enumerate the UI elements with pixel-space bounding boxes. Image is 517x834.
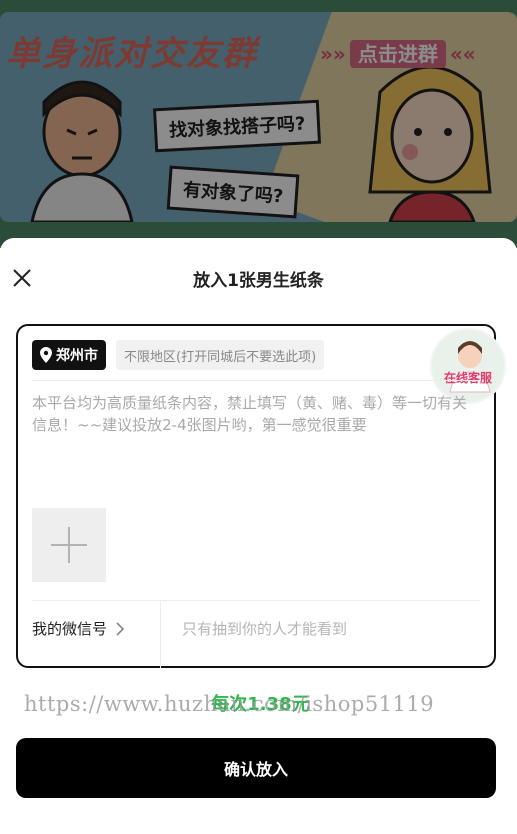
add-photo-button[interactable]	[32, 508, 106, 582]
location-pin-icon	[40, 347, 52, 363]
location-label: 郑州市	[56, 348, 98, 364]
confirm-button[interactable]: 确认放入	[16, 738, 496, 798]
unlimited-area-option[interactable]: 不限地区(打开同城后不要选此项)	[116, 340, 325, 370]
plus-icon	[51, 527, 87, 563]
promo-banner[interactable]: 单身派对交友群 »» 点击进群 «« 找对象找搭子吗? 有对象了吗?	[0, 0, 517, 248]
divider	[32, 600, 480, 601]
service-label: 在线客服	[443, 371, 492, 385]
content-textarea[interactable]: 本平台均为高质量纸条内容，禁止填写（黄、赌、毒）等一切有关信息！~~建议投放2-…	[32, 392, 472, 436]
watermark-text: https://www.huzhan.com/ishop51119	[24, 692, 435, 716]
chevron-right-icon	[116, 621, 125, 636]
post-note-sheet: 放入1张男生纸条 郑州市 不限地区(打开同城后不要选此项) 在线客服 本平台均为…	[0, 238, 517, 834]
location-chip[interactable]: 郑州市	[32, 340, 106, 370]
wechat-label: 我的微信号	[32, 618, 125, 639]
note-form-card: 郑州市 不限地区(打开同城后不要选此项) 在线客服 本平台均为高质量纸条内容，禁…	[16, 324, 506, 668]
column-divider	[160, 600, 161, 668]
divider	[32, 380, 480, 381]
wechat-label-text: 我的微信号	[32, 620, 108, 638]
sheet-title: 放入1张男生纸条	[193, 271, 324, 291]
wechat-id-input[interactable]	[182, 616, 472, 642]
modal-overlay[interactable]	[0, 0, 517, 248]
